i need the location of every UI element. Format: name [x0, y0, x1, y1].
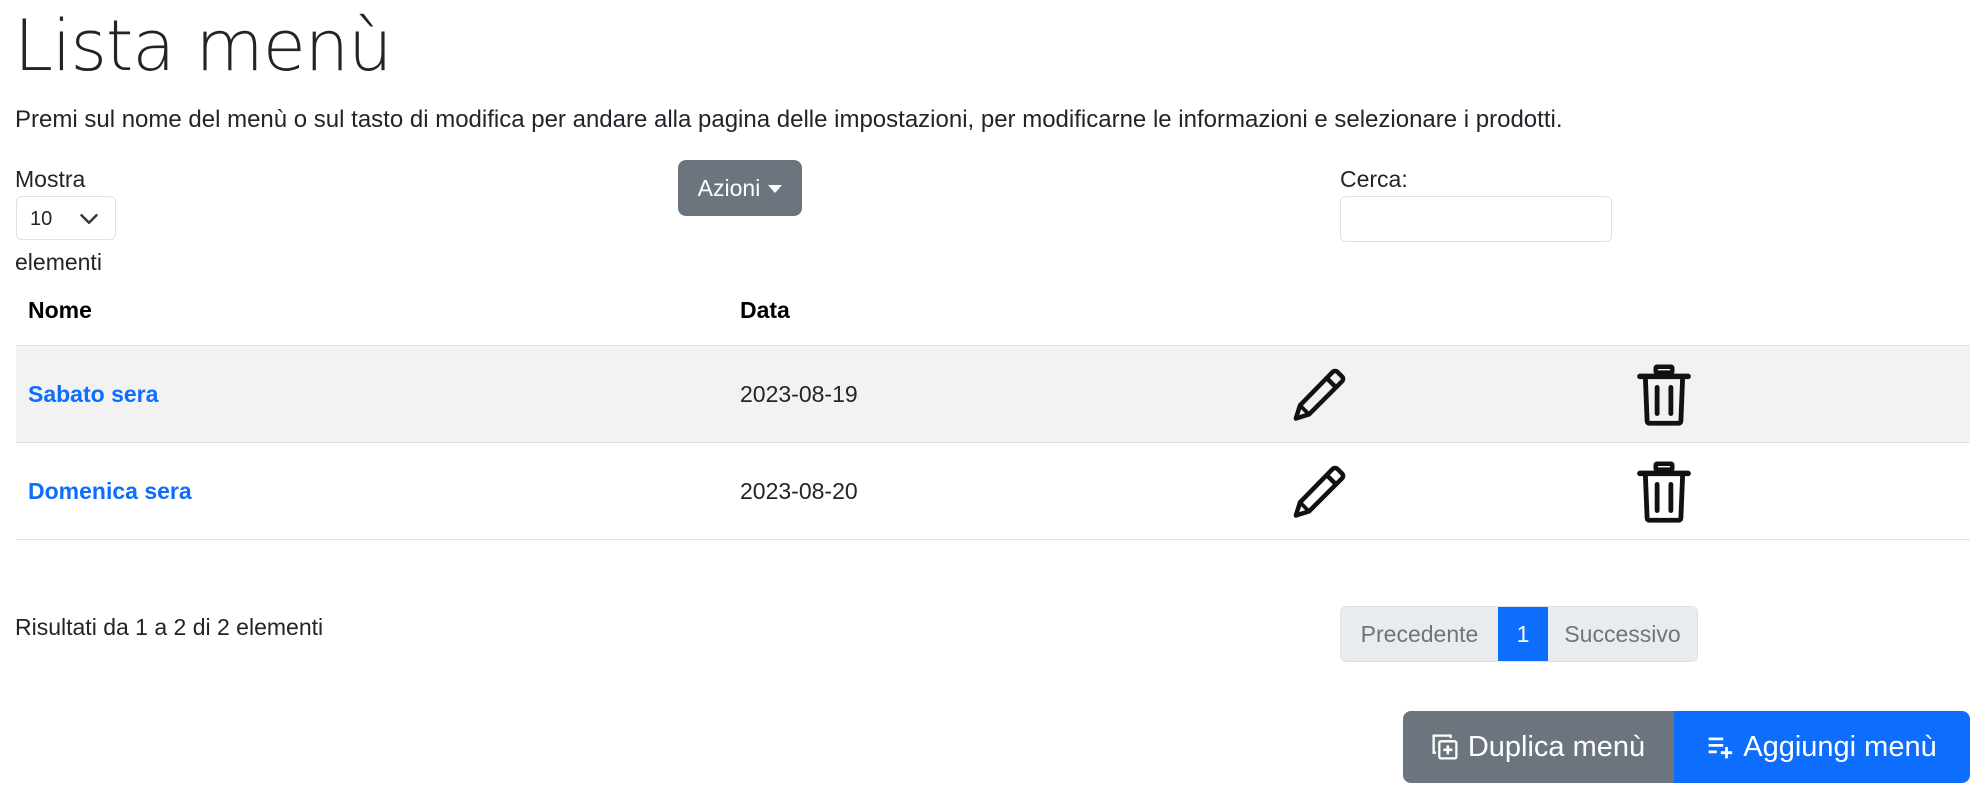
show-entries-label: Mostra	[15, 166, 86, 192]
pencil-icon[interactable]	[1288, 366, 1348, 426]
duplicate-menu-button[interactable]: Duplica menù	[1403, 711, 1674, 783]
copy-plus-icon	[1432, 734, 1458, 760]
menu-name-link[interactable]: Domenica sera	[28, 477, 192, 505]
actions-dropdown-button[interactable]: Azioni	[678, 160, 802, 216]
menu-name-link[interactable]: Sabato sera	[28, 380, 158, 408]
menu-date: 2023-08-20	[740, 478, 858, 504]
chevron-down-icon	[80, 214, 98, 224]
page-size-select[interactable]: 10	[16, 196, 116, 240]
pagination: Precedente 1 Successivo	[1340, 606, 1698, 662]
trash-icon[interactable]	[1636, 364, 1692, 426]
pagination-previous[interactable]: Precedente	[1341, 607, 1498, 661]
search-label: Cerca:	[1340, 166, 1408, 192]
table-divider	[16, 539, 1970, 540]
page-description: Premi sul nome del menù o sul tasto di m…	[15, 106, 1563, 133]
add-menu-label: Aggiungi menù	[1743, 730, 1937, 763]
page-size-value: 10	[30, 208, 53, 230]
page: Lista menù Premi sul nome del menù o sul…	[0, 0, 1985, 796]
results-info: Risultati da 1 a 2 di 2 elementi	[15, 614, 324, 640]
table-row: Domenica sera 2023-08-20	[16, 443, 1970, 539]
menu-actions-group: Duplica menù Aggiungi menù	[1403, 711, 1970, 783]
caret-down-icon	[768, 185, 783, 193]
menu-date: 2023-08-19	[740, 381, 858, 407]
column-header-date[interactable]: Data	[740, 296, 790, 324]
actions-button-label: Azioni	[697, 174, 761, 201]
pagination-page-1[interactable]: 1	[1498, 607, 1548, 661]
pencil-icon[interactable]	[1288, 463, 1348, 523]
add-menu-button[interactable]: Aggiungi menù	[1674, 711, 1970, 783]
playlist-add-icon	[1708, 737, 1733, 759]
trash-icon[interactable]	[1636, 461, 1692, 523]
entries-suffix-label: elementi	[15, 249, 102, 275]
column-header-name[interactable]: Nome	[28, 296, 92, 324]
search-input[interactable]	[1340, 196, 1612, 242]
pagination-next[interactable]: Successivo	[1548, 607, 1697, 661]
duplicate-menu-label: Duplica menù	[1467, 730, 1646, 763]
table-row: Sabato sera 2023-08-19	[16, 346, 1970, 442]
page-title: Lista menù	[14, 5, 392, 87]
